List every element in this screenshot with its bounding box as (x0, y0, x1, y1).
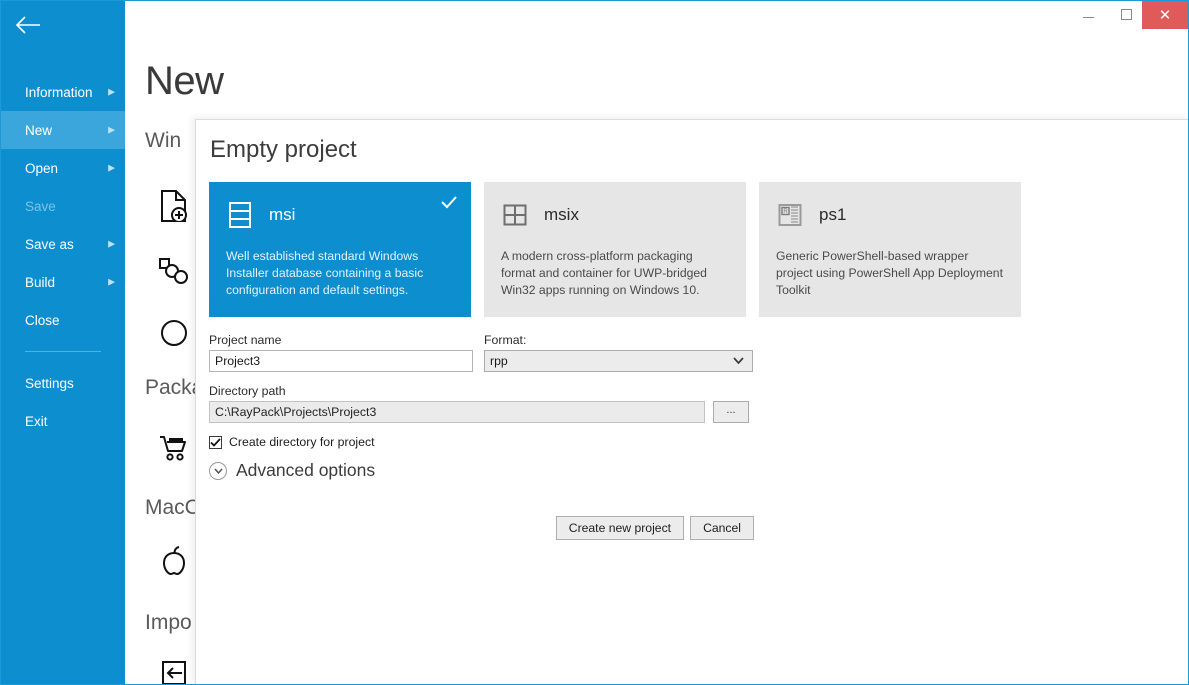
project-name-label: Project name (209, 333, 473, 347)
sidebar-item-label: Open (25, 161, 58, 176)
chevron-right-icon: ▶ (108, 278, 115, 287)
sidebar-divider (25, 351, 101, 352)
sidebar-item-label: Information (25, 85, 93, 100)
create-directory-checkbox-row[interactable]: Create directory for project (209, 435, 754, 449)
minimize-button[interactable] (1072, 1, 1104, 27)
sidebar-item-save: Save (1, 187, 125, 225)
empty-project-dialog: Empty project msi (195, 119, 1189, 685)
powershell-wrapper-icon: R (776, 201, 804, 229)
sidebar-item-settings[interactable]: Settings (1, 364, 125, 402)
browse-directory-button[interactable]: ... (713, 401, 749, 423)
create-new-project-button[interactable]: Create new project (556, 516, 684, 540)
format-selected-value: rpp (490, 354, 508, 368)
cancel-button[interactable]: Cancel (690, 516, 754, 540)
card-header-ps1: R ps1 (776, 198, 1004, 232)
svg-text:R: R (783, 209, 788, 215)
sidebar-nav: Information ▶ New ▶ Open ▶ Save Save as ▶ Build ▶ C… (1, 73, 125, 440)
windows-icon (501, 201, 529, 229)
dialog-actions: Create new project Cancel (209, 516, 754, 540)
sidebar-item-label: Exit (25, 414, 48, 429)
sidebar-item-open[interactable]: Open ▶ (1, 149, 125, 187)
back-button[interactable] (1, 1, 125, 49)
card-header-msi: msi (226, 198, 454, 232)
directory-path-input[interactable] (209, 401, 705, 423)
directory-path-row: ... (209, 401, 754, 423)
sidebar-item-label: Save (25, 199, 56, 214)
format-select[interactable]: rpp (484, 350, 753, 372)
minimize-icon (1083, 17, 1094, 18)
sidebar-item-label: Settings (25, 376, 74, 391)
create-directory-checkbox[interactable] (209, 436, 222, 449)
sidebar-item-label: Build (25, 275, 55, 290)
cart-icon[interactable] (152, 426, 196, 470)
document-add-icon[interactable] (152, 184, 196, 228)
maximize-button[interactable] (1110, 1, 1142, 27)
card-description-msix: A modern cross-platform packaging format… (501, 248, 729, 299)
section-label-import: Impo (145, 611, 192, 635)
format-group: Format: rpp (484, 333, 753, 372)
application-window: New Win Packa MacC Impo (0, 0, 1189, 685)
sidebar-item-information[interactable]: Information ▶ (1, 73, 125, 111)
form-row-directory: Directory path ... (209, 384, 754, 423)
sidebar-item-close[interactable]: Close (1, 301, 125, 339)
advanced-options-toggle[interactable]: Advanced options (209, 460, 375, 481)
circle-icon[interactable] (152, 311, 196, 355)
project-type-card-msix[interactable]: msix A modern cross-platform packaging f… (484, 182, 746, 317)
apple-icon[interactable] (152, 539, 196, 583)
sidebar-item-new[interactable]: New ▶ (1, 111, 125, 149)
card-title-msi: msi (269, 205, 295, 225)
page-title: New (145, 59, 224, 104)
chevron-right-icon: ▶ (108, 164, 115, 173)
chevron-right-icon: ▶ (108, 88, 115, 97)
maximize-icon (1121, 9, 1132, 20)
directory-path-label: Directory path (209, 384, 754, 398)
close-button[interactable]: ✕ (1142, 1, 1188, 29)
arrow-left-icon (15, 16, 41, 34)
shapes-icon[interactable] (152, 249, 196, 293)
chevron-right-icon: ▶ (108, 126, 115, 135)
chevron-down-circle-icon (209, 462, 227, 480)
project-name-input[interactable] (209, 350, 473, 372)
card-description-ps1: Generic PowerShell-based wrapper project… (776, 248, 1004, 299)
card-title-ps1: ps1 (819, 205, 846, 225)
card-selected-check-icon (441, 195, 457, 214)
msi-database-icon (226, 201, 254, 229)
title-bar: ✕ (125, 1, 1188, 29)
import-icon[interactable] (152, 651, 196, 685)
chevron-right-icon: ▶ (108, 240, 115, 249)
sidebar-item-label: New (25, 123, 52, 138)
format-label: Format: (484, 333, 753, 347)
section-label-macos: MacC (145, 496, 200, 520)
card-description-msi: Well established standard Windows Instal… (226, 248, 454, 299)
advanced-options-label: Advanced options (236, 460, 375, 481)
project-name-group: Project name (209, 333, 473, 372)
sidebar-item-label: Close (25, 313, 60, 328)
project-type-card-msi[interactable]: msi Well established standard Windows In… (209, 182, 471, 317)
sidebar-item-save-as[interactable]: Save as ▶ (1, 225, 125, 263)
sidebar-item-exit[interactable]: Exit (1, 402, 125, 440)
section-label-windows: Win (145, 129, 181, 153)
project-type-cards: msi Well established standard Windows In… (209, 182, 1021, 317)
sidebar-item-label: Save as (25, 237, 74, 252)
create-directory-label: Create directory for project (229, 435, 375, 449)
sidebar-item-build[interactable]: Build ▶ (1, 263, 125, 301)
card-header-msix: msix (501, 198, 729, 232)
card-title-msix: msix (544, 205, 579, 225)
sidebar: Information ▶ New ▶ Open ▶ Save Save as ▶ Build ▶ C… (1, 1, 125, 685)
close-icon: ✕ (1159, 8, 1172, 23)
chevron-down-icon (733, 356, 744, 366)
dialog-title: Empty project (210, 136, 357, 164)
form-row-name-format: Project name Format: rpp (209, 333, 754, 372)
project-form: Project name Format: rpp Directory path (209, 333, 754, 449)
project-type-card-ps1[interactable]: R ps1 Generic PowerShell-based wrapper p… (759, 182, 1021, 317)
